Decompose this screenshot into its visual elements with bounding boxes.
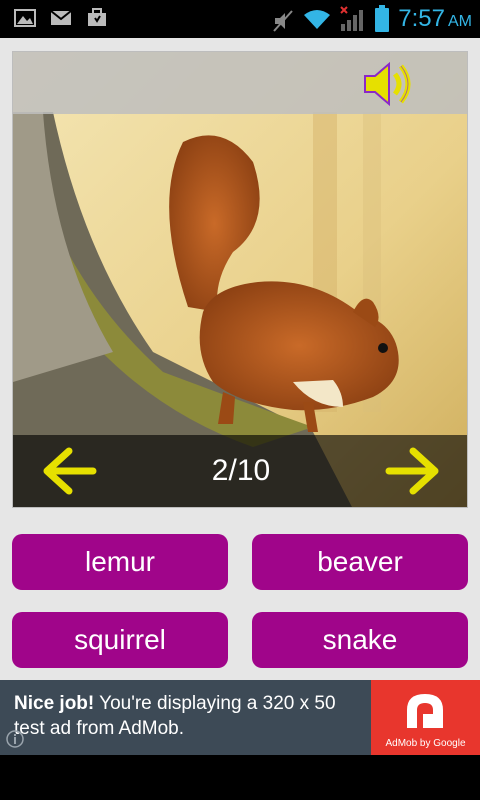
admob-logo[interactable]: AdMob by Google <box>371 680 480 755</box>
signal-icon <box>340 6 366 32</box>
wifi-icon <box>302 7 332 31</box>
admob-caption: AdMob by Google <box>385 738 466 749</box>
answer-button-snake[interactable]: snake <box>252 612 468 668</box>
ad-headline: Nice job! <box>14 693 95 714</box>
arrow-right-icon[interactable] <box>385 447 441 495</box>
answer-button-beaver[interactable]: beaver <box>252 534 468 590</box>
mute-icon <box>272 9 294 32</box>
clock: 7:57 AM <box>398 5 472 32</box>
battery-icon <box>374 5 390 33</box>
briefcase-icon <box>86 8 108 28</box>
quiz-screen: 2/10 lemur beaver squirrel snake <box>0 38 480 680</box>
admob-icon <box>407 694 443 728</box>
image-icon <box>14 8 36 28</box>
status-bar: 7:57 AM <box>0 0 480 38</box>
navigation-bar: 2/10 <box>13 435 467 507</box>
bottom-bar <box>0 755 480 800</box>
speaker-icon[interactable] <box>361 58 423 110</box>
animal-photo: 2/10 <box>12 51 468 508</box>
answer-button-lemur[interactable]: lemur <box>12 534 228 590</box>
info-icon[interactable] <box>6 730 24 748</box>
gmail-icon <box>50 8 72 28</box>
notification-icons <box>14 8 108 28</box>
ad-text: Nice job! You're displaying a 320 x 50 t… <box>14 691 364 741</box>
ad-banner[interactable]: Nice job! You're displaying a 320 x 50 t… <box>0 680 480 755</box>
answer-button-squirrel[interactable]: squirrel <box>12 612 228 668</box>
